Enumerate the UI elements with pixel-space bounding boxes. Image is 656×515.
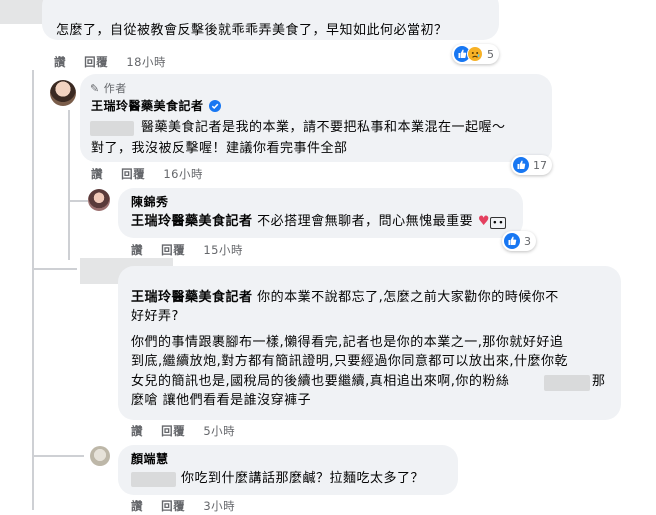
redacted-mention xyxy=(90,121,134,136)
reaction-count: 5 xyxy=(487,47,494,61)
timestamp[interactable]: 16小時 xyxy=(163,167,203,181)
comment-text-line-2: 好好弄? xyxy=(131,309,179,324)
like-button[interactable]: 讚 xyxy=(91,167,103,181)
thread-line xyxy=(68,110,70,260)
comment-text-line-1: 醫藥美食記者是我的本業，請不要把私事和本業混在一起喔～ xyxy=(141,120,506,135)
author-badge: ✎ 作者 xyxy=(90,82,127,95)
comment-actions: 讚 回覆 16小時 xyxy=(91,166,217,182)
author-avatar[interactable] xyxy=(50,80,76,106)
comment-text: 你吃到什麼講話那麼鹹？拉麵吃太多了？ xyxy=(181,471,425,486)
comment-paragraph-line-4: 麼嗆 讓他們看看是誰沒穿褲子 xyxy=(131,393,312,408)
reaction-summary[interactable]: 17 xyxy=(511,155,552,175)
thread-branch xyxy=(68,200,88,202)
comment-body: 不必搭理會無聊者，問心無愧最重要 xyxy=(257,214,474,229)
thread-branch xyxy=(32,455,84,457)
mention-link[interactable]: 王瑞玲醫藥美食記者 xyxy=(131,214,253,229)
comment-text-line-2: 對了，我沒被反擊喔！建議你看完事件全部 xyxy=(91,141,348,156)
comment-actions: 讚 回覆 15小時 xyxy=(131,242,257,258)
reaction-count: 3 xyxy=(524,234,531,248)
reply-button[interactable]: 回覆 xyxy=(161,243,185,257)
thread-line xyxy=(32,70,34,510)
reply-button[interactable]: 回覆 xyxy=(161,424,185,438)
timestamp[interactable]: 15小時 xyxy=(203,243,243,257)
reaction-count: 17 xyxy=(533,158,547,172)
timestamp[interactable]: 5小時 xyxy=(203,424,235,438)
timestamp[interactable]: 3小時 xyxy=(203,499,235,513)
redacted-mention xyxy=(131,472,176,487)
author-name[interactable]: 王瑞玲醫藥美食記者 xyxy=(91,98,204,114)
like-icon xyxy=(513,157,529,173)
like-icon xyxy=(504,233,520,249)
commenter-avatar[interactable] xyxy=(90,446,110,466)
comment-text: 王瑞玲醫藥美食記者 不必搭理會無聊者，問心無愧最重要 ♥ ∙∙ xyxy=(131,212,507,233)
mention-link[interactable]: 王瑞玲醫藥美食記者 xyxy=(131,290,253,305)
emoji-icon: ∙∙ xyxy=(489,217,507,229)
pencil-icon: ✎ xyxy=(90,82,100,95)
comment-actions: 讚 回覆 18小時 xyxy=(54,54,180,70)
comment-paragraph-line-2: 到底,繼續放炮,對方都有簡訊證明,只要經過你同意都可以放出來,什麼你乾 xyxy=(131,354,569,369)
reaction-summary[interactable]: 5 xyxy=(452,44,499,64)
comment-text: 怎麼了，自從被教會反擊後就乖乖弄美食了，早知如此何必當初？ xyxy=(56,23,448,38)
like-button[interactable]: 讚 xyxy=(131,243,143,257)
heart-emoji-icon: ♥ xyxy=(477,214,490,229)
like-button[interactable]: 讚 xyxy=(131,424,143,438)
reply-button[interactable]: 回覆 xyxy=(121,167,145,181)
sad-icon xyxy=(467,46,483,62)
like-button[interactable]: 讚 xyxy=(54,55,66,69)
commenter-name[interactable]: 顏端慧 xyxy=(131,451,169,467)
commenter-avatar[interactable] xyxy=(88,189,110,211)
comment-paragraph-line-1: 你們的事情跟裹腳布一樣,懶得看完,記者也是你的本業之一,那你就好好追 xyxy=(131,335,564,350)
redacted-name xyxy=(544,375,590,391)
verified-badge-icon xyxy=(209,100,221,112)
reply-button[interactable]: 回覆 xyxy=(84,55,108,69)
comment-paragraph-line-3-end: 那 xyxy=(592,374,606,389)
reply-button[interactable]: 回覆 xyxy=(161,499,185,513)
reaction-summary[interactable]: 3 xyxy=(502,231,536,251)
commenter-name[interactable]: 陳錦秀 xyxy=(131,194,169,210)
timestamp[interactable]: 18小時 xyxy=(126,55,166,69)
comment-actions: 讚 回覆 3小時 xyxy=(131,498,249,514)
thread-branch xyxy=(32,268,77,270)
comment-text-line-1: 王瑞玲醫藥美食記者 你的本業不說都忘了,怎麼之前大家勸你的時候你不 xyxy=(131,290,559,305)
like-button[interactable]: 讚 xyxy=(131,499,143,513)
comment-actions: 讚 回覆 5小時 xyxy=(131,423,249,439)
comment-paragraph-line-3: 女兒的簡訊也是,國稅局的後續也要繼續,真相追出來啊,你的粉絲 xyxy=(131,374,510,389)
